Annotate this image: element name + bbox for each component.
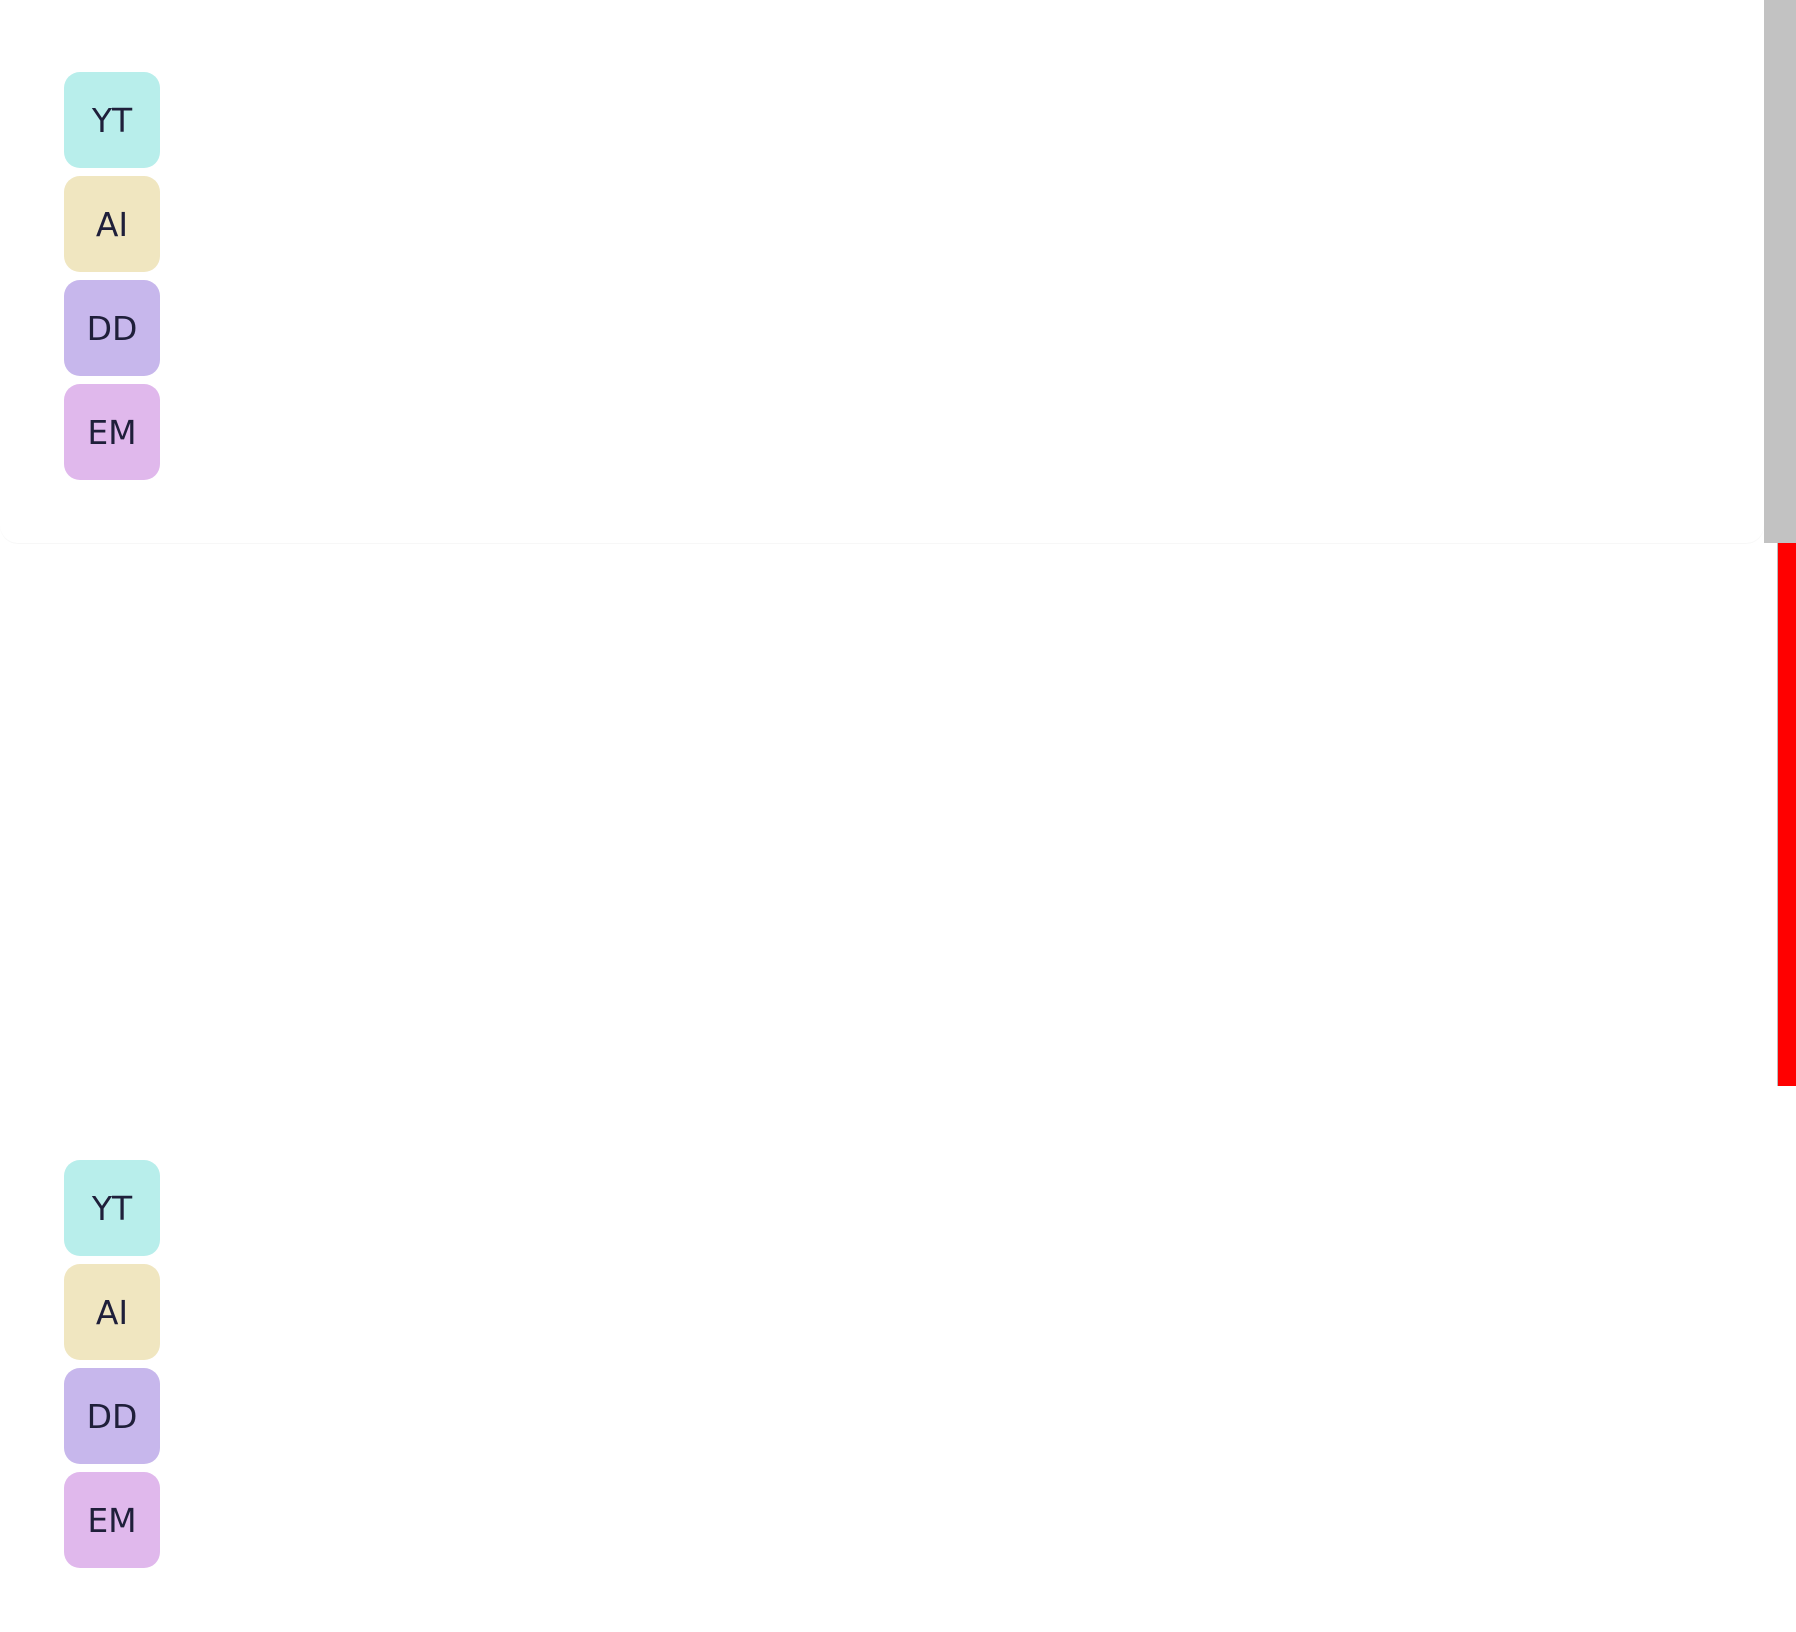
avatar-em[interactable]: EM <box>64 384 160 480</box>
avatar-ai[interactable]: AI <box>64 176 160 272</box>
avatar-ai[interactable]: AI <box>64 1264 160 1360</box>
avatar-em[interactable]: EM <box>64 1472 160 1568</box>
avatar-dd[interactable]: DD <box>64 1368 160 1464</box>
avatar-panel-bottom: YT AI DD EM <box>0 1088 1764 1632</box>
scrollbar[interactable] <box>1764 0 1796 1632</box>
avatar-dd[interactable]: DD <box>64 280 160 376</box>
avatar-list: YT AI DD EM <box>64 72 160 480</box>
avatar-list: YT AI DD EM <box>64 1160 160 1568</box>
avatar-yt[interactable]: YT <box>64 1160 160 1256</box>
scrollbar-track[interactable] <box>1764 0 1796 543</box>
avatar-yt[interactable]: YT <box>64 72 160 168</box>
avatar-panel-top: YT AI DD EM <box>0 0 1764 543</box>
scrollbar-thumb[interactable] <box>1777 543 1796 1086</box>
